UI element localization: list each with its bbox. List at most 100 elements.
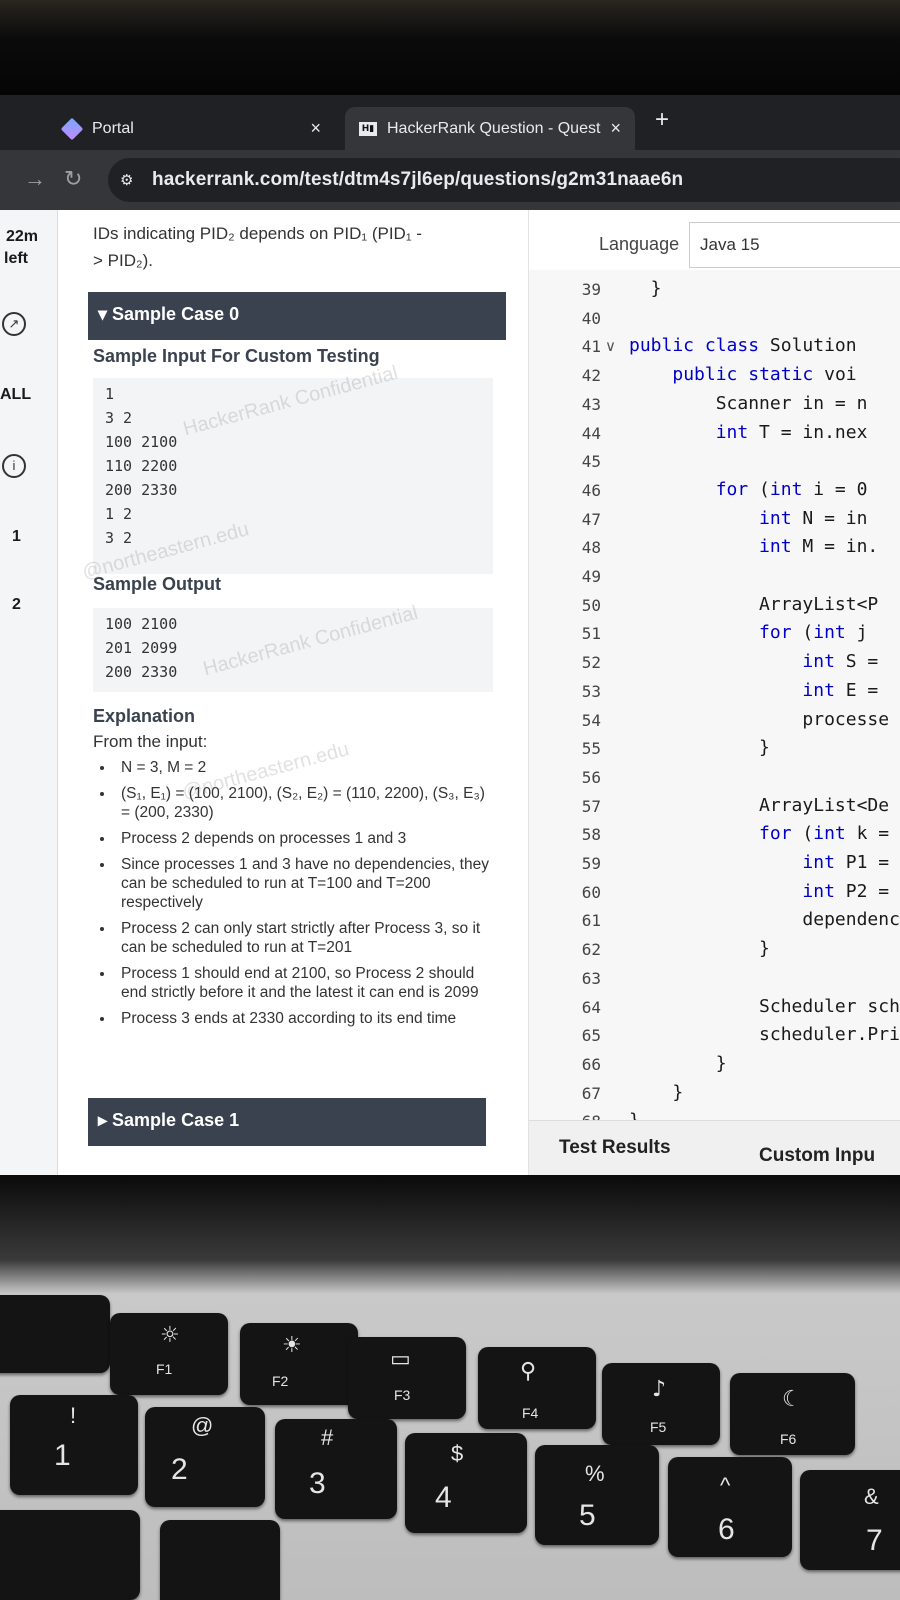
key-2[interactable]: @ 2 [145, 1407, 265, 1507]
key-q[interactable] [160, 1520, 280, 1600]
line-number: 55 [581, 739, 601, 759]
line-number: 49 [581, 567, 601, 586]
sample-case-1-header[interactable]: ▸ Sample Case 1 [88, 1098, 486, 1146]
info-icon[interactable]: i [2, 454, 26, 478]
hackerrank-favicon-icon: H▮ [359, 121, 377, 136]
time-remaining: 22m [6, 228, 39, 245]
key-f2[interactable]: ☀ F2 [240, 1323, 358, 1405]
line-number: 42 [581, 366, 601, 386]
tab-custom-input[interactable]: Custom Inpu [759, 1145, 875, 1167]
list-item: (S₁, E₁) = (100, 2100), (S₂, E₂) = (110,… [115, 784, 495, 822]
line-number: 48 [581, 538, 601, 558]
key-f6[interactable]: ☾ F6 [730, 1373, 855, 1455]
code-line: Scanner in = n [629, 392, 868, 414]
forward-arrow-icon[interactable]: → [24, 166, 46, 192]
brightness-up-icon: ☀ [282, 1333, 302, 1358]
code-line: } [629, 938, 770, 960]
page-content: 22m left ↗ ALL i 1 2 IDs indicating PID₂… [0, 210, 900, 1175]
address-bar[interactable]: ⚙ hackerrank.com/test/dtm4s7jl6ep/questi… [108, 158, 900, 202]
results-bar: Test Results Custom Inpu [529, 1120, 900, 1175]
line-number: 62 [581, 940, 601, 960]
rail-all[interactable]: ALL [0, 386, 58, 404]
code-line: ArrayList<De [629, 794, 890, 816]
line-number: 45 [581, 452, 601, 472]
mission-control-icon: ▭ [390, 1347, 411, 1372]
key-1[interactable]: ! 1 [10, 1395, 138, 1495]
code-line: int N = in [759, 507, 868, 529]
code-line: public static voi [672, 364, 857, 386]
sample-case-0-header[interactable]: ▾ Sample Case 0 [88, 292, 506, 340]
microphone-icon: ♪ [652, 1377, 667, 1402]
line-number: 44 [581, 423, 601, 443]
line-number: 59 [581, 854, 601, 873]
reload-icon[interactable]: ↻ [64, 166, 82, 192]
url-text[interactable]: hackerrank.com/test/dtm4s7jl6ep/question… [152, 169, 683, 191]
line-number: 40 [581, 308, 601, 328]
time-remaining-label: left [4, 250, 28, 267]
explanation-subtitle: From the input: [93, 732, 208, 751]
list-item: Process 1 should end at 2100, so Process… [115, 964, 495, 1002]
fold-chevron-icon[interactable]: ∨ [605, 337, 616, 355]
key-6[interactable]: ^ 6 [668, 1457, 792, 1557]
code-line: for (int j [759, 622, 868, 644]
close-icon[interactable]: × [610, 118, 621, 139]
address-toolbar: → ↻ ⚙ hackerrank.com/test/dtm4s7jl6ep/qu… [0, 150, 900, 210]
navigate-icon[interactable]: ↗ [2, 312, 26, 336]
key-4[interactable]: $ 4 [405, 1433, 527, 1533]
tab-hackerrank-question[interactable]: H▮ HackerRank Question - Quest × [345, 107, 635, 150]
code-line: for (int k = [759, 823, 890, 845]
language-label: Language [599, 234, 680, 254]
key-7[interactable]: & 7 [800, 1470, 900, 1570]
line-number: 58 [581, 825, 601, 845]
code-line: int T = in.nex [715, 421, 868, 443]
site-settings-icon[interactable]: ⚙ [120, 171, 138, 189]
key-3[interactable]: # 3 [275, 1419, 397, 1519]
key-f4[interactable]: ⚲ F4 [478, 1347, 596, 1429]
laptop-keyboard: ☼ F1 ☀ F2 ▭ F3 ⚲ F4 ♪ F5 ☾ F6 ! 1 @ 2 # … [0, 1175, 900, 1600]
key-f1[interactable]: ☼ F1 [110, 1313, 228, 1395]
tab-test-results[interactable]: Test Results [559, 1137, 671, 1159]
line-number: 61 [581, 911, 601, 931]
sample-input-title: Sample Input For Custom Testing [93, 346, 380, 366]
list-item: Process 2 can only start strictly after … [115, 919, 495, 957]
code-line: int M = in. [759, 536, 879, 558]
line-number: 46 [581, 480, 601, 500]
explanation-list: N = 3, M = 2 (S₁, E₁) = (100, 2100), (S₂… [115, 758, 495, 1035]
line-number: 65 [581, 1026, 601, 1046]
key-tab[interactable] [0, 1510, 140, 1600]
code-editor-panel: Language Java 15 39 } 40 41 ∨ public class S… [528, 210, 900, 1175]
question-panel: IDs indicating PID₂ depends on PID₁ (PID… [60, 210, 520, 1175]
question-intro: IDs indicating PID₂ depends on PID₁ (PID… [93, 224, 422, 270]
line-number: 41 [581, 337, 601, 357]
code-area[interactable]: 39 } 40 41 ∨ public class Solution 42 public … [529, 270, 900, 1131]
close-icon[interactable]: × [310, 118, 321, 139]
code-line: for (int i = 0 [715, 478, 868, 500]
line-number: 50 [581, 595, 601, 615]
code-line: dependenc [629, 909, 900, 931]
code-line: int E = [802, 679, 879, 701]
list-item: Process 2 depends on processes 1 and 3 [115, 829, 495, 848]
line-number: 39 [581, 280, 601, 299]
key-f5[interactable]: ♪ F5 [602, 1363, 720, 1445]
code-line: } [629, 737, 770, 759]
new-tab-button[interactable]: + [655, 106, 669, 134]
key-5[interactable]: % 5 [535, 1445, 659, 1545]
laptop-bezel [0, 0, 900, 95]
code-line: } [629, 1052, 727, 1074]
explanation-title: Explanation [93, 706, 196, 726]
line-number: 52 [581, 653, 601, 673]
escape-key[interactable] [0, 1295, 110, 1373]
line-number: 47 [581, 509, 601, 529]
code-line: public class Solution [629, 335, 857, 357]
brightness-down-icon: ☼ [160, 1323, 180, 1348]
line-number: 64 [581, 997, 601, 1017]
line-number: 51 [581, 624, 601, 644]
code-line: scheduler.Prin [629, 1024, 900, 1046]
line-number: 56 [581, 767, 601, 787]
code-line: processe [629, 708, 890, 730]
tab-portal[interactable]: Portal × [50, 107, 335, 150]
code-line: int S = [802, 651, 879, 673]
key-f3[interactable]: ▭ F3 [348, 1337, 466, 1419]
line-number: 67 [581, 1083, 601, 1103]
language-select[interactable]: Java 15 [689, 222, 900, 268]
